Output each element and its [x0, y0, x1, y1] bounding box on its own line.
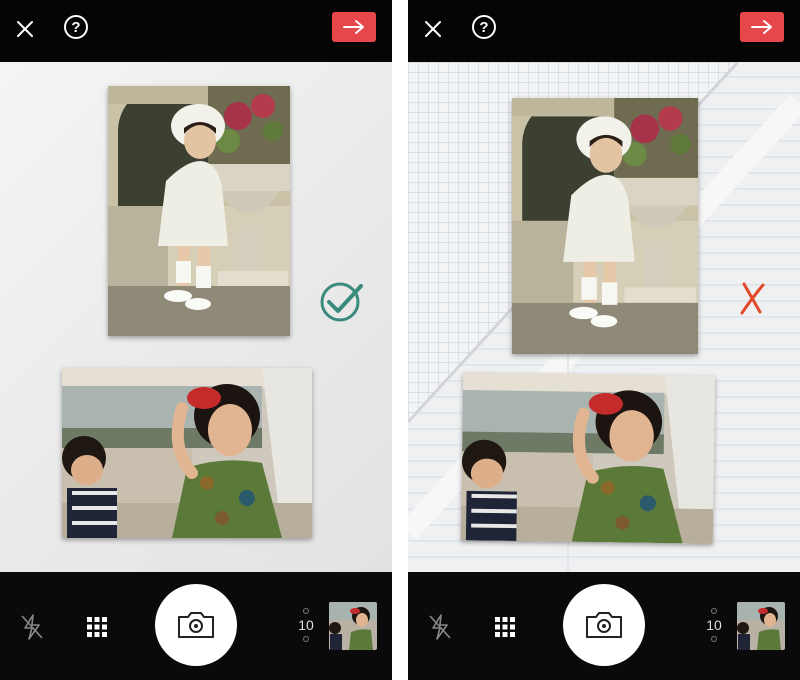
shutter-button[interactable]: [155, 584, 237, 666]
top-toolbar: ?: [408, 0, 800, 62]
grid-icon: [495, 617, 515, 637]
next-button[interactable]: [332, 12, 376, 42]
help-button[interactable]: ?: [472, 15, 496, 39]
bottom-toolbar: 10: [408, 572, 800, 680]
timer-setting[interactable]: 10: [698, 600, 730, 650]
phone-screen-good-example: ? 10: [0, 0, 392, 680]
timer-setting[interactable]: 10: [290, 600, 322, 650]
camera-icon: [586, 612, 622, 638]
timer-dot-icon: [303, 608, 309, 614]
flash-toggle[interactable]: [426, 612, 454, 642]
thumbnail-image: [329, 602, 377, 650]
close-icon: [17, 21, 33, 37]
timer-dot-icon: [303, 636, 309, 642]
arrow-right-icon: [343, 20, 364, 34]
thumbnail-image: [737, 602, 785, 650]
timer-value: 10: [706, 617, 722, 633]
help-button[interactable]: ?: [64, 15, 88, 39]
timer-dot-icon: [711, 636, 717, 642]
old-photo-toddler: [108, 86, 290, 336]
timer-value: 10: [298, 617, 314, 633]
toddler-photo-image: [108, 86, 290, 336]
flash-off-icon: [21, 614, 43, 640]
flash-off-icon: [429, 614, 451, 640]
old-photo-toddler: [512, 98, 698, 354]
help-icon: ?: [479, 18, 489, 36]
check-circle-icon: [320, 282, 363, 322]
arrow-right-icon: [751, 20, 772, 34]
help-icon: ?: [71, 18, 81, 36]
flash-toggle[interactable]: [18, 612, 46, 642]
car-photo-image: [62, 368, 312, 538]
camera-viewfinder: [0, 62, 392, 572]
close-icon: [425, 21, 441, 37]
next-button[interactable]: [740, 12, 784, 42]
old-photo-car: [62, 368, 312, 538]
timer-dot-icon: [711, 608, 717, 614]
close-button[interactable]: [12, 16, 38, 42]
grid-toggle[interactable]: [86, 616, 108, 638]
toddler-photo-image: [512, 98, 698, 354]
camera-viewfinder: [408, 62, 800, 572]
shutter-button[interactable]: [563, 584, 645, 666]
last-photo-thumbnail[interactable]: [329, 602, 377, 650]
phone-screen-bad-example: ? 10: [408, 0, 800, 680]
grid-icon: [87, 617, 107, 637]
old-photo-car: [460, 372, 716, 544]
camera-icon: [178, 612, 214, 638]
check-mark: [318, 280, 366, 329]
car-photo-image: [460, 372, 716, 544]
cross-mark: [738, 280, 768, 321]
close-button[interactable]: [420, 16, 446, 42]
grid-toggle[interactable]: [494, 616, 516, 638]
cross-icon: [740, 282, 765, 315]
bottom-toolbar: 10: [0, 572, 392, 680]
last-photo-thumbnail[interactable]: [737, 602, 785, 650]
top-toolbar: ?: [0, 0, 392, 62]
